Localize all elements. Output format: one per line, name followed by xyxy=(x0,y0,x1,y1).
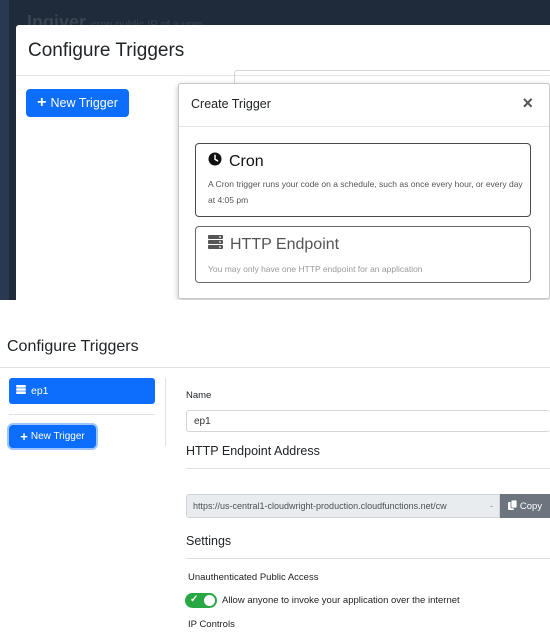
create-trigger-title: Create Trigger xyxy=(191,97,271,111)
toggle-knob xyxy=(204,595,215,606)
copy-label: Copy xyxy=(519,500,543,512)
create-trigger-header: Create Trigger × xyxy=(179,84,549,127)
cron-option-heading: Cron xyxy=(208,152,264,171)
page-title: Configure Triggers xyxy=(7,338,139,355)
modal-header: Configure Triggers xyxy=(16,25,550,76)
new-trigger-label: New Trigger xyxy=(30,431,85,442)
plus-icon: + xyxy=(37,94,47,111)
copy-icon xyxy=(507,499,518,513)
http-option-description: You may only have one HTTP endpoint for … xyxy=(208,264,423,274)
cron-trigger-option[interactable]: Cron A Cron trigger runs your code on a … xyxy=(195,143,531,217)
new-trigger-button[interactable]: + New Trigger xyxy=(26,89,129,117)
cron-option-title: Cron xyxy=(229,152,264,170)
http-option-title: HTTP Endpoint xyxy=(230,235,340,253)
http-option-heading: HTTP Endpoint xyxy=(208,235,339,254)
sidebar-vertical-divider xyxy=(165,378,166,446)
endpoint-heading: HTTP Endpoint Address xyxy=(186,444,320,458)
background-sidebar xyxy=(0,0,9,300)
settings-heading: Settings xyxy=(186,534,232,548)
endpoint-url-field[interactable]: https://us-central1-cloudwright-producti… xyxy=(186,494,500,518)
title-divider xyxy=(0,367,550,368)
new-trigger-button[interactable]: + New Trigger xyxy=(9,425,96,448)
endpoint-url-dash: - xyxy=(490,501,493,511)
create-trigger-modal: Create Trigger × Cron A Cron trigger run… xyxy=(178,83,550,299)
new-trigger-label: New Trigger xyxy=(50,96,118,110)
name-label: Name xyxy=(186,390,212,401)
allow-anyone-toggle[interactable]: ✓ xyxy=(185,593,217,608)
allow-anyone-label: Allow anyone to invoke your application … xyxy=(222,595,460,606)
clock-icon xyxy=(208,152,222,171)
name-field[interactable] xyxy=(186,410,550,432)
copy-button[interactable]: Copy xyxy=(500,494,550,518)
ip-controls-label: IP Controls xyxy=(188,619,235,630)
close-icon[interactable]: × xyxy=(516,93,539,113)
modal-overlay-screen: Ingiver cron public IP of a vpm Configur… xyxy=(0,0,550,300)
endpoint-divider xyxy=(186,468,550,469)
sidebar-item-label: ep1 xyxy=(31,385,49,397)
check-icon: ✓ xyxy=(190,594,199,605)
public-access-label: Unauthenticated Public Access xyxy=(188,572,319,583)
sidebar-divider xyxy=(9,414,155,415)
server-icon xyxy=(208,235,223,254)
plus-icon: + xyxy=(20,429,28,444)
cron-option-description: A Cron trigger runs your code on a sched… xyxy=(208,179,523,205)
server-icon xyxy=(16,385,26,397)
sidebar-item-ep1[interactable]: ep1 xyxy=(9,378,155,404)
http-endpoint-option[interactable]: HTTP Endpoint You may only have one HTTP… xyxy=(195,226,531,283)
modal-title: Configure Triggers xyxy=(28,40,185,61)
settings-divider xyxy=(186,558,550,559)
endpoint-url: https://us-central1-cloudwright-producti… xyxy=(193,501,447,511)
